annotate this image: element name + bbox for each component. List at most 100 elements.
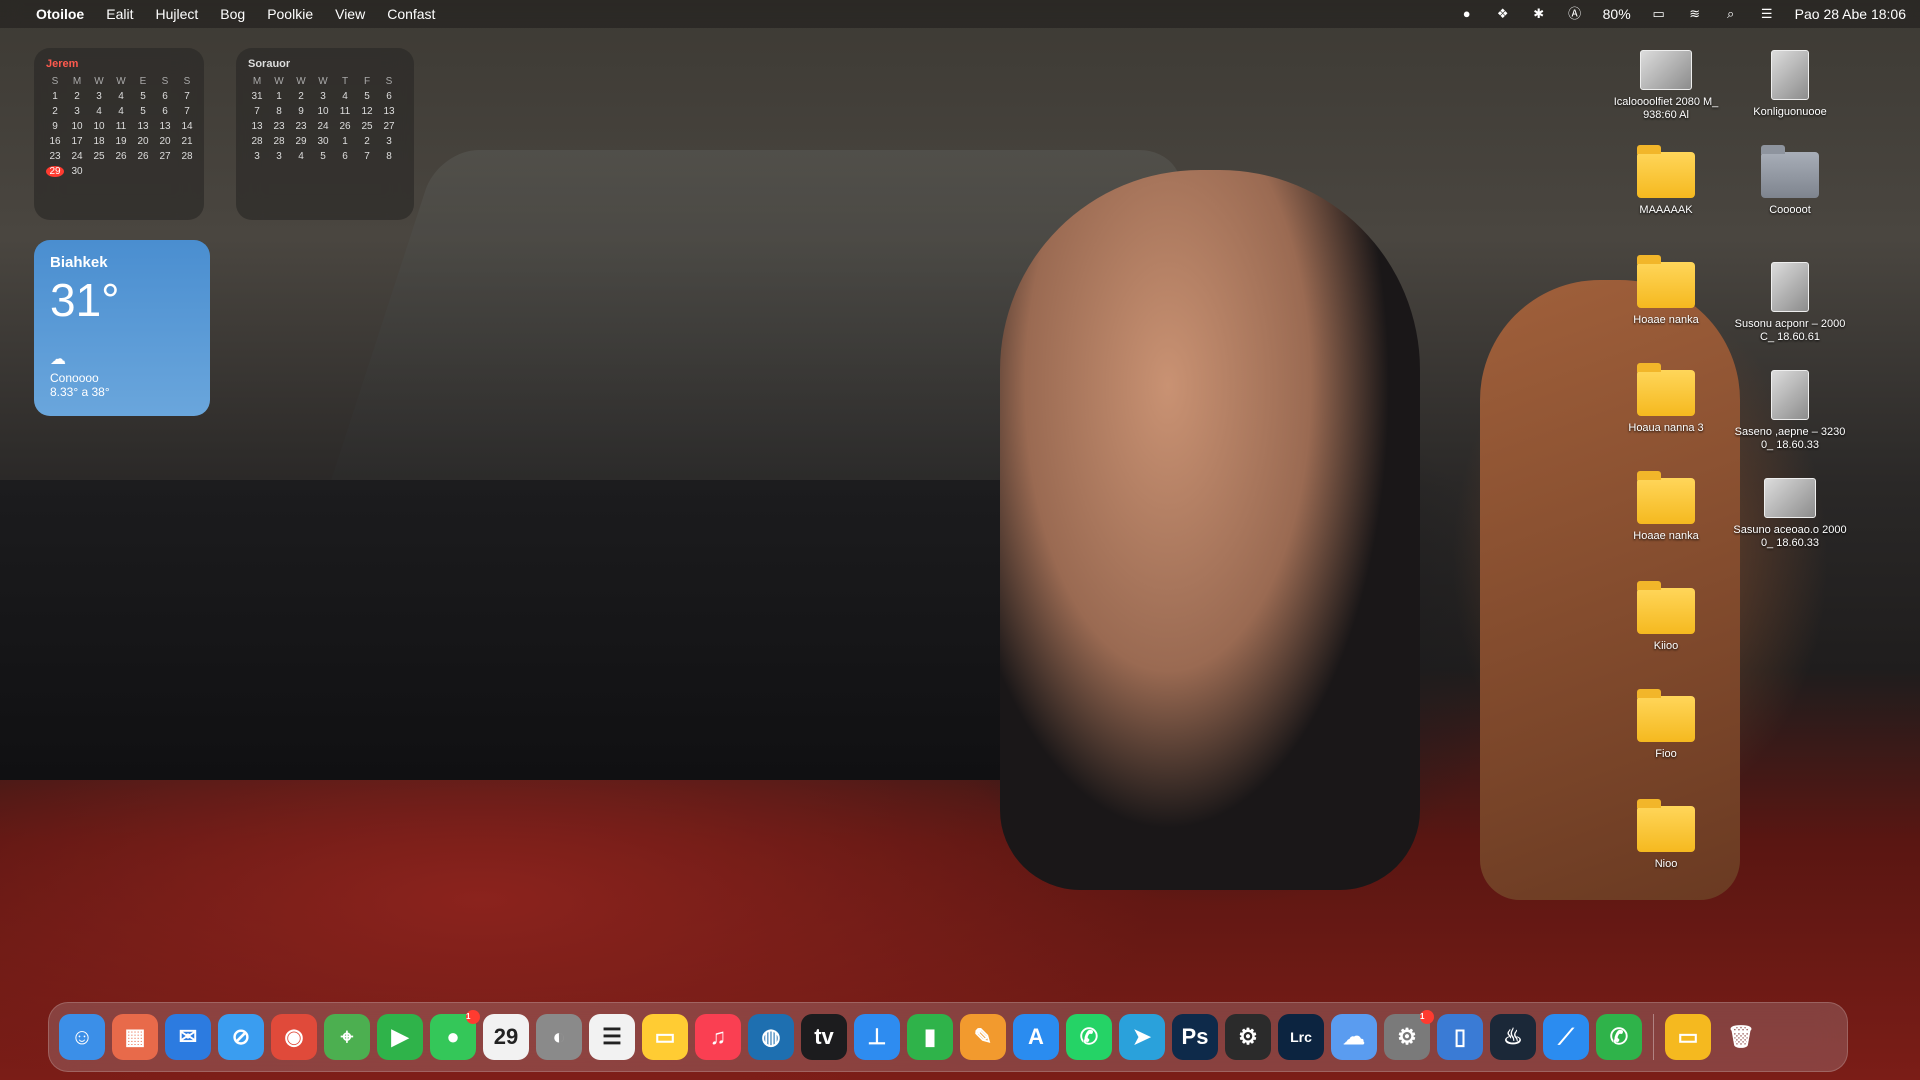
calendar-day: 18 <box>93 136 105 147</box>
desktop-item-label: Fioo <box>1655 748 1677 760</box>
dock-downloads-folder-icon[interactable]: ▭ <box>1665 1014 1711 1060</box>
calendar-day: 6 <box>162 106 168 117</box>
dock-notes-icon[interactable]: ▭ <box>642 1014 688 1060</box>
desktop-item[interactable]: Kiioo <box>1606 581 1726 653</box>
control-center-icon[interactable]: ☰ <box>1759 6 1775 22</box>
desktop-item[interactable]: Nioo <box>1606 799 1726 871</box>
weekday-label: M <box>252 76 262 87</box>
menu-bar: Otoiloe Ealit Hujlect Bog Poolkie View Confast… <box>0 0 1920 28</box>
folder-icon <box>1637 471 1695 524</box>
dock-safari-icon[interactable]: ⊘ <box>218 1014 264 1060</box>
calendar-day: 4 <box>118 106 124 117</box>
dock-whatsapp-icon[interactable]: ✆ <box>1066 1014 1112 1060</box>
dock-facetime-icon[interactable]: ▶ <box>377 1014 423 1060</box>
weekday-label: S <box>183 76 191 87</box>
dock-phone-icon[interactable]: ✆ <box>1596 1014 1642 1060</box>
search-icon[interactable]: ⌕ <box>1723 6 1739 22</box>
dock-tv-icon[interactable]: tv <box>801 1014 847 1060</box>
dock-openai-icon[interactable]: ⚙ <box>1225 1014 1271 1060</box>
dock-pages-icon[interactable]: ✎ <box>960 1014 1006 1060</box>
calendar-day: 26 <box>115 151 127 162</box>
desktop-item[interactable]: Icaloooolfiet 2080 M_ 938:60 Al <box>1606 50 1726 122</box>
menu-item-hujlect[interactable]: Hujlect <box>155 6 198 22</box>
dock-numbers-icon[interactable]: ▮ <box>907 1014 953 1060</box>
calendar-day: 4 <box>298 151 304 162</box>
dock-icon-glyph: ♫ <box>709 1024 727 1049</box>
dock-maps-icon[interactable]: ⌖ <box>324 1014 370 1060</box>
dock-vpn-icon[interactable]: ◍ <box>748 1014 794 1060</box>
dock-launchpad-icon[interactable]: ▦ <box>112 1014 158 1060</box>
dock-icon-glyph: ♨ <box>1503 1024 1523 1049</box>
dock: ☺ ▦ ✉ ⊘ ◉ ⌖ ▶ ● 1 29 ◐ ☰ ▭ ♫ ◍ tv ⊥ ▮ ✎ A ✆ ➤ Ps ⚙ Lrc ☁ ⚙ 1 ▯ ♨ ⟋ ✆ ▭ 🗑 <box>48 1002 1848 1072</box>
menu-item-confast[interactable]: Confast <box>387 6 435 22</box>
keyboard-icon[interactable]: Ⓐ <box>1567 6 1583 22</box>
calendar-widget-next-month[interactable]: Sorauor M W W W T F S 31 1 2 3 4 5 6 7 8 9 10 11 12 13 13 23 23… <box>236 48 414 220</box>
dock-preview-icon[interactable]: ▯ <box>1437 1014 1483 1060</box>
dock-contacts-icon[interactable]: ◐ <box>536 1014 582 1060</box>
desktop-item[interactable]: Cooooot <box>1730 145 1850 217</box>
dock-icon-glyph: ⊥ <box>867 1024 887 1049</box>
menu-item-view[interactable]: View <box>335 6 365 22</box>
dock-icon-glyph: A <box>1028 1024 1044 1049</box>
battery-icon[interactable]: ▭ <box>1651 6 1667 22</box>
calendar-widget-current-month[interactable]: Jerem S M W W E S S 1 2 3 4 5 6 7 2 3 4 4 5 6 7 9 10 10 11 13 13 14… <box>34 48 204 220</box>
bluetooth-icon[interactable]: ✱ <box>1531 6 1547 22</box>
cloud-icon: ☁ <box>50 351 66 368</box>
dock-icon-glyph: ☁ <box>1343 1024 1365 1049</box>
dock-icon-glyph: ✉ <box>178 1024 198 1049</box>
dock-reminders-icon[interactable]: ☰ <box>589 1014 635 1060</box>
notification-badge: 1 <box>466 1010 480 1024</box>
dock-trash-icon[interactable]: 🗑 <box>1718 1014 1764 1060</box>
dock-feather-icon[interactable]: ⟋ <box>1543 1014 1589 1060</box>
dock-finder-alt-icon[interactable]: ☁ <box>1331 1014 1377 1060</box>
calendar-day: 24 <box>317 121 329 132</box>
desktop-item[interactable]: Hoaae nanka <box>1606 471 1726 543</box>
desktop-item[interactable]: Hoaua nanna 3 <box>1606 363 1726 435</box>
desktop-item[interactable]: Konliguonuooe <box>1730 50 1850 119</box>
dock-telegram-icon[interactable]: ➤ <box>1119 1014 1165 1060</box>
desktop-item[interactable]: Hoaae nanka <box>1606 255 1726 327</box>
dock-mail-icon[interactable]: ✉ <box>165 1014 211 1060</box>
calendar-day: 6 <box>162 91 168 102</box>
dock-app-store-icon[interactable]: A <box>1013 1014 1059 1060</box>
desktop-item-label: Saseno ,aepne – 3230 0_ 18.60.33 <box>1734 426 1846 451</box>
desktop-item[interactable]: MAAAAAK <box>1606 145 1726 217</box>
desktop-item[interactable]: Fioo <box>1606 689 1726 761</box>
dock-music-icon[interactable]: ♫ <box>695 1014 741 1060</box>
calendar-day: 11 <box>115 121 127 132</box>
dock-finder-icon[interactable]: ☺ <box>59 1014 105 1060</box>
dock-chrome-icon[interactable]: ◉ <box>271 1014 317 1060</box>
menu-item-poolkie[interactable]: Poolkie <box>267 6 313 22</box>
weekday-label: E <box>139 76 147 87</box>
dock-photoshop-icon[interactable]: Ps <box>1172 1014 1218 1060</box>
menu-clock[interactable]: Pao 28 Abe 18:06 <box>1795 6 1906 22</box>
dock-keynote-icon[interactable]: ⊥ <box>854 1014 900 1060</box>
calendar-day: 28 <box>273 136 285 147</box>
notification-badge: 1 <box>1420 1010 1434 1024</box>
weather-temperature: 31° <box>50 274 120 326</box>
calendar-day: 3 <box>96 91 102 102</box>
desktop-item[interactable]: Sasuno aceoao.o 2000 0_ 18.60.33 <box>1730 478 1850 550</box>
menu-item-otoiloe[interactable]: Otoiloe <box>36 6 84 22</box>
folder-icon <box>1761 145 1819 198</box>
weather-widget[interactable]: Biahkek 31° ☁ Conoooo 8.33° a 38° <box>34 240 210 416</box>
menu-item-ealit[interactable]: Ealit <box>106 6 133 22</box>
dock-calendar-icon[interactable]: 29 <box>483 1014 529 1060</box>
calendar-day: 1 <box>52 91 58 102</box>
dock-system-settings-icon[interactable]: ⚙ 1 <box>1384 1010 1434 1060</box>
wifi-icon[interactable]: ≋ <box>1687 6 1703 22</box>
weather-range: 8.33° a 38° <box>50 385 110 399</box>
menu-item-bog[interactable]: Bog <box>220 6 245 22</box>
file-thumbnail-icon <box>1764 478 1816 518</box>
desktop-item[interactable]: Susonu acponr – 2000 C_ 18.60.61 <box>1730 262 1850 344</box>
desktop-item[interactable]: Saseno ,aepne – 3230 0_ 18.60.33 <box>1730 370 1850 452</box>
dock-lightroom-icon[interactable]: Lrc <box>1278 1014 1324 1060</box>
dock-messages-icon[interactable]: ● 1 <box>430 1010 480 1060</box>
dock-steam-icon[interactable]: ♨ <box>1490 1014 1536 1060</box>
extension-icon[interactable]: ❖ <box>1495 6 1511 22</box>
dock-icon-glyph: ▦ <box>124 1024 146 1049</box>
calendar-day: 6 <box>386 91 392 102</box>
dock-icon-glyph: ◍ <box>761 1024 781 1049</box>
record-icon[interactable]: ● <box>1459 6 1475 22</box>
calendar-day: 26 <box>339 121 351 132</box>
